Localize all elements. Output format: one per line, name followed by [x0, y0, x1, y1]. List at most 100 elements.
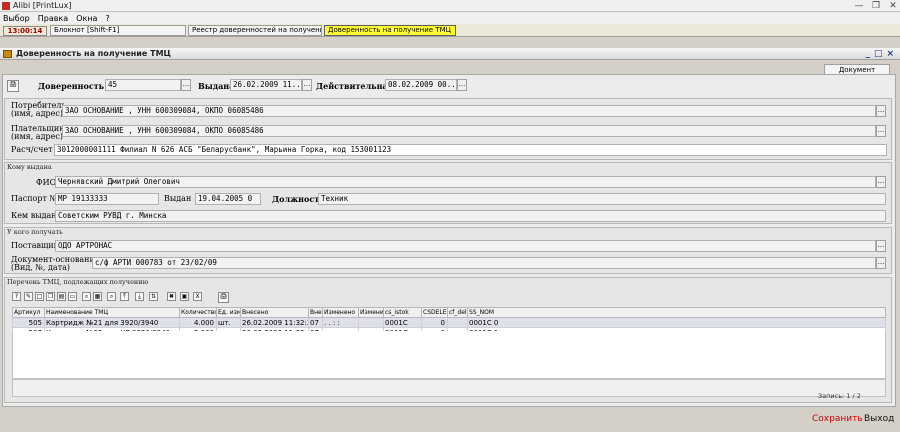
issued-date-field[interactable]: 26.02.2009 11... — [230, 79, 302, 91]
issued-to-title: Кому выдана — [7, 163, 52, 171]
col-cs-istok[interactable]: cs_istok — [383, 307, 422, 318]
position-label: Должность — [272, 194, 325, 204]
consumer-field[interactable]: ЗАО ОСНОВАНИЕ , УНН 600309084, ОКПО 0608… — [62, 105, 876, 117]
valid-until-field[interactable]: 08.02.2009 00... — [385, 79, 457, 91]
cell-quantity: 4.000 — [179, 317, 217, 328]
basis-lookup-button[interactable]: ... — [876, 257, 886, 269]
cell-ss-nom: 0001C 0 — [467, 317, 886, 328]
col-modified[interactable]: Изменено — [322, 307, 359, 318]
doc-close-button[interactable]: × — [886, 48, 894, 60]
menu-item-edit[interactable]: Правка — [38, 14, 68, 23]
passport-date-label: Выдан — [164, 194, 192, 203]
payer-lookup-button[interactable]: ... — [876, 125, 886, 137]
menu-item-help[interactable]: ? — [105, 14, 109, 23]
issued-label: Выдана — [198, 81, 235, 91]
help-tool-icon[interactable]: ? — [12, 292, 21, 301]
menu-item-windows[interactable]: Окна — [76, 14, 97, 23]
col-quantity[interactable]: Количество — [179, 307, 217, 318]
task-notepad[interactable]: Блокнот [Shift-F1] — [50, 25, 186, 36]
remove-icon[interactable]: ✖ — [167, 292, 176, 301]
menu-item-select[interactable]: Выбор — [3, 14, 30, 23]
fio-label: ФИО — [36, 178, 57, 187]
items-title: Перечень ТМЦ, подлежащих получению — [7, 278, 149, 286]
cell-cf-del — [447, 317, 468, 328]
cell-cs-istok: 0001C — [383, 317, 422, 328]
document-title: Доверенность на получение ТМЦ — [16, 49, 171, 58]
new-record-icon[interactable]: □ — [35, 292, 44, 301]
supplier-label: Поставщик — [11, 241, 59, 250]
save-button[interactable]: Сохранить — [812, 414, 863, 424]
document-titlebar: Доверенность на получение ТМЦ _ □ × — [0, 48, 900, 60]
cell-created-by: 07 — [308, 317, 323, 328]
basis-field[interactable]: с/ф АРТИ 000783 от 23/02/09 — [92, 257, 876, 269]
passport-date-field[interactable]: 19.04.2005 0 — [195, 193, 261, 205]
fio-lookup-button[interactable]: ... — [876, 176, 886, 188]
paste-record-icon[interactable]: ▤ — [57, 292, 66, 301]
export-excel-icon[interactable]: X — [193, 292, 202, 301]
col-created[interactable]: Внесено — [240, 307, 309, 318]
table-row[interactable]: 505 Картридж №21 для 3920/3940 4.000 шт.… — [12, 317, 886, 328]
passport-label: Паспорт № — [11, 194, 58, 203]
supplier-field[interactable]: ОДО АРТРОНАС — [55, 240, 876, 252]
clock: 13:00:14 — [3, 26, 47, 36]
valid-until-button[interactable]: ... — [457, 79, 467, 91]
doc-minimize-button[interactable]: _ — [865, 48, 870, 60]
maximize-button[interactable]: ❐ — [871, 0, 881, 12]
app-titlebar: Alibi [PrintLux] — ❐ ✕ — [0, 0, 900, 12]
task-register[interactable]: Реестр доверенностей на получение Т — [188, 25, 322, 36]
number-lookup-button[interactable]: ... — [181, 79, 191, 91]
col-cf-del[interactable]: cf_del — [447, 307, 468, 318]
col-modified-by[interactable]: Изменил — [358, 307, 384, 318]
receive-from-title: У кого получать — [7, 228, 63, 236]
payer-sublabel: (имя, адрес) — [11, 132, 63, 141]
print-icon[interactable]: 🖨 — [7, 80, 19, 92]
menu-bar: Выбор Правка Окна ? — [0, 12, 900, 24]
consumer-lookup-button[interactable]: ... — [876, 105, 886, 117]
sort-down-icon[interactable]: ⤓ — [135, 292, 144, 301]
issued-date-button[interactable]: ... — [302, 79, 312, 91]
image-icon[interactable]: ▣ — [180, 292, 189, 301]
doc-maximize-button[interactable]: □ — [874, 48, 883, 60]
col-unit[interactable]: Ед. изм — [216, 307, 241, 318]
delete-record-icon[interactable]: ▭ — [68, 292, 77, 301]
col-name[interactable]: Наименование ТМЦ — [44, 307, 180, 318]
cell-name: Картридж №21 для 3920/3940 — [44, 317, 180, 328]
fio-field[interactable]: Чернявский Дмитрий Олегович — [55, 176, 876, 188]
consumer-sublabel: (имя, адрес) — [11, 109, 63, 118]
cell-modified: . . : : — [322, 317, 359, 328]
issuer-label: Кем выдан — [11, 211, 57, 220]
supplier-lookup-button[interactable]: ... — [876, 240, 886, 252]
refresh-icon[interactable]: ⇅ — [149, 292, 158, 301]
issuer-field[interactable]: Советским РУВД г. Минска — [55, 210, 886, 222]
col-ss-nom[interactable]: SS_NOM — [467, 307, 886, 318]
position-field[interactable]: Техник — [318, 193, 886, 205]
cell-unit: шт. — [216, 317, 241, 328]
filter-icon[interactable]: ▦ — [93, 292, 102, 301]
account-field[interactable]: 3012000001111 Филиал N 626 АСБ "Беларусб… — [54, 144, 887, 156]
passport-field[interactable]: МР 19133333 — [55, 193, 159, 205]
task-power-of-attorney[interactable]: Доверенность на получение ТМЦ — [324, 25, 456, 36]
basis-sublabel: (Вид, №, дата) — [11, 263, 71, 272]
items-status-bar — [12, 379, 886, 397]
number-label: Доверенность № — [38, 81, 116, 91]
account-label: Расч/счет — [11, 145, 53, 154]
copy-record-icon[interactable]: ❐ — [46, 292, 55, 301]
items-grid-empty-area — [12, 331, 886, 379]
exit-button[interactable]: Выход — [864, 414, 894, 424]
cell-created: 26.02.2009 11:32:32 — [240, 317, 309, 328]
edit-tool-icon[interactable]: ✎ — [24, 292, 33, 301]
col-created-by[interactable]: Внес — [308, 307, 323, 318]
print-list-icon[interactable]: 🖨 — [218, 292, 229, 303]
col-csdele[interactable]: CSDELE — [421, 307, 448, 318]
minimize-button[interactable]: — — [854, 0, 864, 12]
table-header-row: Артикул Наименование ТМЦ Количество Ед. … — [12, 307, 886, 318]
record-counter: Запись: 1 / 2 — [818, 392, 861, 400]
col-article[interactable]: Артикул — [12, 307, 45, 318]
payer-field[interactable]: ЗАО ОСНОВАНИЕ , УНН 600309084, ОКПО 0608… — [62, 125, 876, 137]
cell-modified-by — [358, 317, 384, 328]
sort-up-icon[interactable]: ⤒ — [120, 292, 129, 301]
find-next-icon[interactable]: ⌕ — [107, 292, 116, 301]
search-icon[interactable]: ⌕ — [82, 292, 91, 301]
close-button[interactable]: ✕ — [888, 0, 898, 12]
number-field[interactable]: 45 — [105, 79, 181, 91]
